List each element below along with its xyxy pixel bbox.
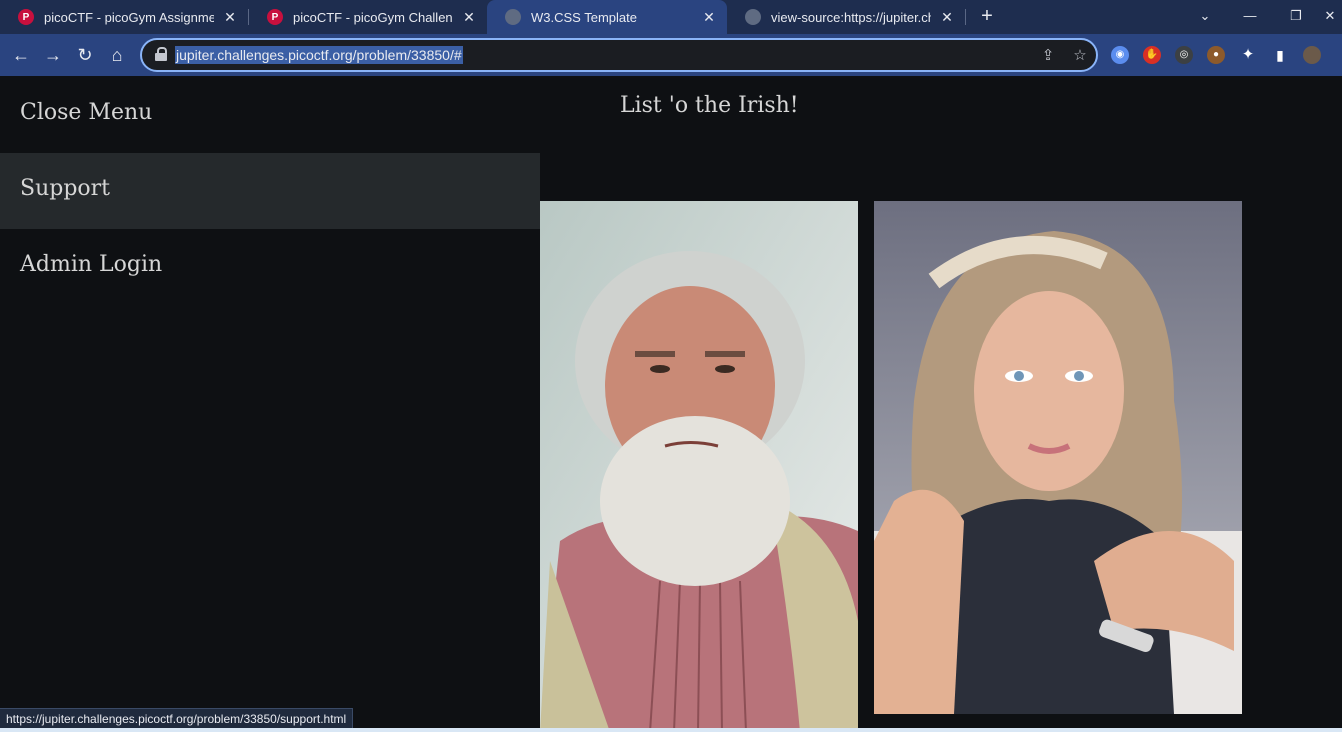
photo-man: [540, 201, 858, 732]
address-bar[interactable]: jupiter.challenges.picoctf.org/problem/3…: [140, 38, 1098, 72]
forward-button[interactable]: →: [41, 43, 65, 67]
share-icon[interactable]: ⇪: [1038, 46, 1058, 66]
photo-woman: [874, 201, 1242, 714]
tab-picogym-assignments[interactable]: P picoCTF - picoGym Assignments ✕: [0, 0, 248, 34]
picoctf-icon: P: [18, 9, 34, 25]
sidebar-item-admin-login[interactable]: Admin Login: [0, 229, 540, 305]
page-title: List 'o the Irish!: [620, 93, 799, 118]
minimize-button[interactable]: —: [1228, 0, 1272, 34]
restore-button[interactable]: ❐: [1274, 0, 1318, 34]
globe-icon: [745, 9, 761, 25]
tab-divider: [965, 9, 966, 25]
tab-strip: P picoCTF - picoGym Assignments ✕ P pico…: [0, 0, 1342, 34]
taskbar-edge: [0, 728, 1342, 732]
address-url[interactable]: jupiter.challenges.picoctf.org/problem/3…: [175, 46, 463, 64]
tab-title: W3.CSS Template: [531, 9, 637, 25]
sidebar-menu: Close Menu Support Admin Login: [0, 77, 540, 732]
new-tab-button[interactable]: +: [976, 5, 998, 27]
extension-glasses-icon[interactable]: ◎: [1175, 46, 1193, 64]
tab-w3css-template[interactable]: W3.CSS Template ✕: [487, 0, 727, 34]
browser-toolbar: ← → ↻ ⌂ jupiter.challenges.picoctf.org/p…: [0, 34, 1342, 76]
extension-cookie-icon[interactable]: ●: [1207, 46, 1225, 64]
tab-title: view-source:https://jupiter.challe: [771, 9, 931, 25]
profile-avatar[interactable]: [1303, 46, 1321, 64]
side-panel-icon[interactable]: ▮: [1271, 46, 1289, 64]
tab-title: picoCTF - picoGym Challenges: [293, 9, 453, 25]
reload-button[interactable]: ↻: [73, 43, 97, 67]
sidebar-item-support[interactable]: Support: [0, 153, 540, 229]
close-icon[interactable]: ✕: [701, 9, 717, 26]
close-icon[interactable]: ✕: [939, 9, 955, 26]
tab-title: picoCTF - picoGym Assignments: [44, 9, 214, 25]
close-icon[interactable]: ✕: [461, 9, 477, 26]
tab-search-button[interactable]: ⌄: [1183, 0, 1227, 34]
extension-search-icon[interactable]: ◉: [1111, 46, 1129, 64]
close-icon[interactable]: ✕: [222, 9, 238, 26]
window-close-button[interactable]: ✕: [1318, 0, 1342, 34]
back-button[interactable]: ←: [9, 43, 33, 67]
tab-picogym-challenges[interactable]: P picoCTF - picoGym Challenges ✕: [249, 0, 487, 34]
home-button[interactable]: ⌂: [105, 43, 129, 67]
lock-icon[interactable]: [154, 47, 168, 61]
extensions-puzzle-icon[interactable]: ✦: [1239, 46, 1257, 64]
globe-icon: [505, 9, 521, 25]
extension-hand-icon[interactable]: ✋: [1143, 46, 1161, 64]
picoctf-icon: P: [267, 9, 283, 25]
page-content: Close Menu Support Admin Login List 'o t…: [0, 77, 1342, 732]
sidebar-item-close-menu[interactable]: Close Menu: [0, 77, 540, 153]
tab-view-source[interactable]: view-source:https://jupiter.challe ✕: [727, 0, 965, 34]
status-bar-url: https://jupiter.challenges.picoctf.org/p…: [0, 708, 354, 730]
star-icon[interactable]: ☆: [1070, 46, 1090, 66]
